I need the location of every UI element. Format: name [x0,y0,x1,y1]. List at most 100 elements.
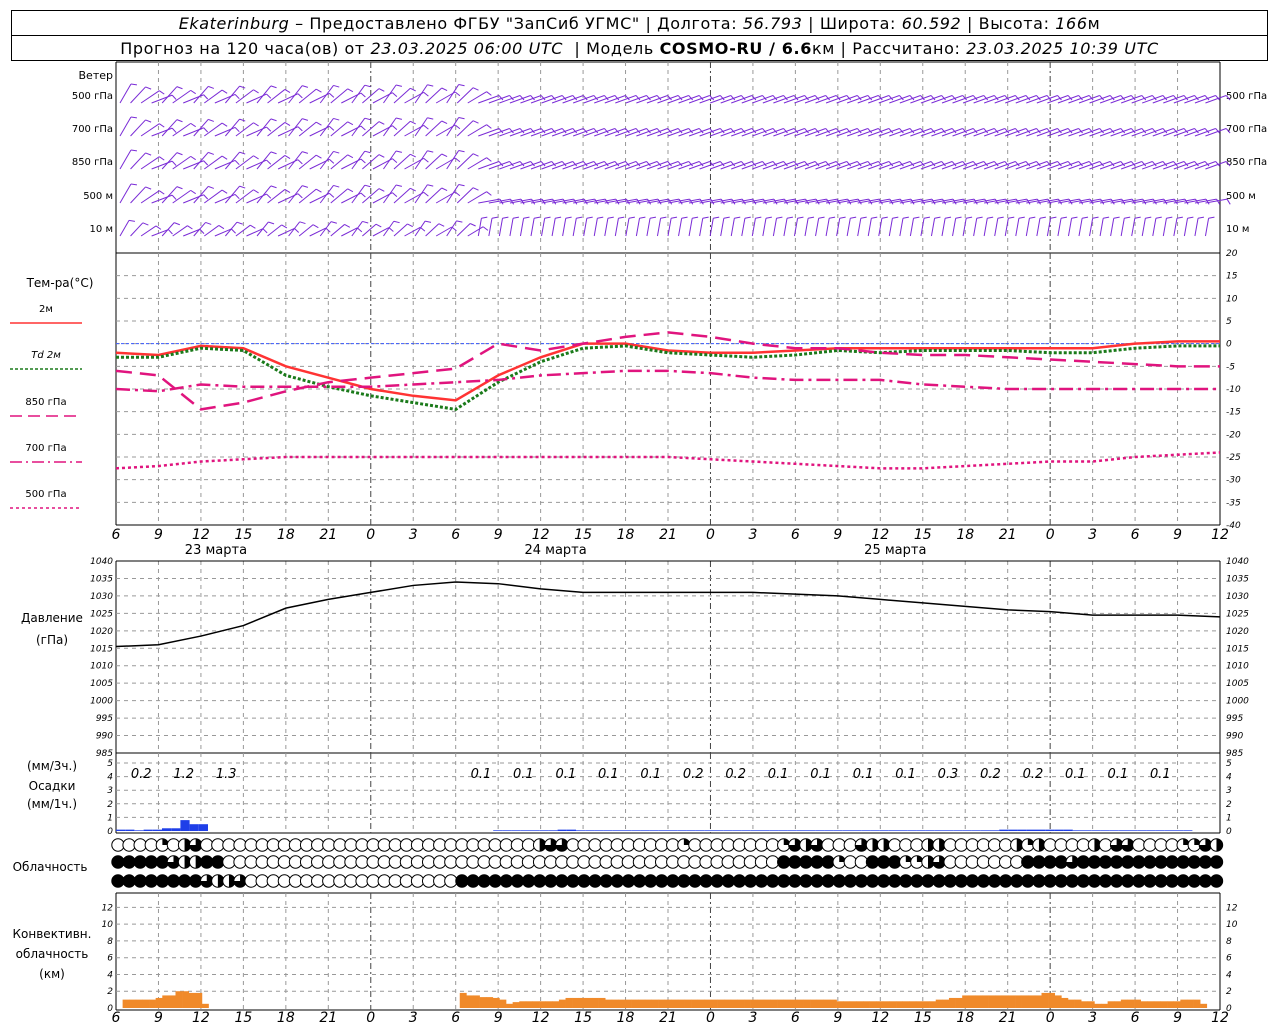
wind-barb-feather [344,223,351,228]
cloud-symbol [899,838,913,852]
cloud-symbol [277,838,292,852]
precip-bar [916,830,926,831]
wind-barb-feather [159,90,165,95]
wind-barb [551,198,574,204]
precip-bar [180,820,190,831]
precip-bar [143,829,153,831]
conv-bar [506,1003,513,1008]
cloud-symbol [255,838,269,852]
wind-barb-feather [329,192,335,198]
cloud-symbol [1098,874,1113,888]
wind-barb [573,198,595,204]
wind-barb [319,85,334,104]
wind-barb [1121,198,1143,204]
precip-bar [1109,830,1119,831]
precip-tick-label: 4 [107,773,113,783]
pressure-tick-label-right: 1025 [1226,609,1249,619]
wind-barb [161,186,178,204]
temp-tick-label-right: 5 [1226,317,1232,327]
wind-barb-feather [234,194,240,200]
wind-barb [815,218,820,237]
wind-barb [888,218,893,237]
conv-bar [1021,995,1029,1008]
wind-barb-feather [393,220,400,224]
wind-barb [931,198,954,204]
wind-barb [488,218,493,237]
wind-barb [225,221,238,237]
hour-label: 6 [112,527,121,543]
wind-barb-feather [765,216,772,219]
wind-barb [941,218,946,237]
conv-tick-label: 0 [107,1004,113,1014]
precip-bar [162,828,172,831]
wind-barb-feather [234,127,240,133]
wind-barb-feather [302,85,309,88]
wind-barb [1036,218,1041,237]
wind-barb [425,223,440,237]
wind-barb [1110,218,1115,237]
conv-bar [512,1002,520,1008]
wind-barb [488,161,510,170]
wind-barb [909,218,915,237]
cloud-symbol [1098,855,1113,869]
precip-tick-label: 3 [107,786,113,796]
hour-label: 0 [1046,527,1055,543]
wind-barb-feather [1079,198,1084,205]
wind-barb [1173,218,1178,237]
conv-tick-label: 4 [107,970,113,980]
conv-bar [942,999,950,1008]
precip-sum-label: 0.1 [1150,767,1171,782]
precip-bar [631,830,641,831]
wind-barb [857,198,880,204]
conv-bar [644,999,652,1008]
wind-barb [1015,218,1020,237]
wind-barb [962,198,985,204]
wind-barb-feather [208,185,215,189]
wind-barb [562,198,585,204]
conv-bar [499,999,507,1008]
temp-tick-label-right: 20 [1226,249,1238,259]
temp-tick-label-right: 10 [1226,294,1238,304]
cloud-symbol [122,874,136,888]
conv-bar [1015,995,1022,1008]
wind-barb-feather [472,187,479,191]
precip-sum-label: 0.1 [640,767,661,782]
wind-barb-feather [1155,216,1162,219]
cloud-symbol [111,838,125,852]
wind-barb [530,198,553,204]
cloud-symbol [366,855,380,869]
wind-barb-feather [441,87,448,92]
cloud-symbol [577,874,591,888]
wind-barb [478,128,500,137]
precip-axis-label-1h: (мм/1ч.) [27,797,77,811]
wind-barb-feather [410,153,416,158]
wind-barb-feather [329,158,335,164]
precip-bar [530,830,540,831]
wind-barb [541,198,564,204]
wind-barb-feather [364,84,371,88]
wind-barb [656,218,662,237]
precip-bar [1174,830,1184,831]
wind-barb [804,198,827,204]
wind-barb-feather [1124,216,1131,219]
wind-barb-feather [544,216,551,219]
wind-barb [710,198,732,204]
wind-barb [256,185,272,204]
wind-barb-feather [362,220,369,224]
wind-barb-feather [266,126,272,132]
wind-barb-feather [239,85,246,89]
wind-barb-feather [360,158,366,164]
precip-bar [815,830,825,831]
precip-bar [640,830,650,831]
wind-barb-feather [931,198,936,205]
cloud-symbol [699,874,713,888]
conv-bar [717,999,725,1008]
cloud-symbol [200,838,214,852]
wind-barb [1110,198,1133,204]
cloud-symbol [854,855,869,869]
wind-barb-feather [378,121,385,125]
conv-bar [1147,1001,1155,1008]
wind-barb [772,218,778,237]
wind-barb-feather [657,198,662,205]
conv-bar [730,999,738,1008]
